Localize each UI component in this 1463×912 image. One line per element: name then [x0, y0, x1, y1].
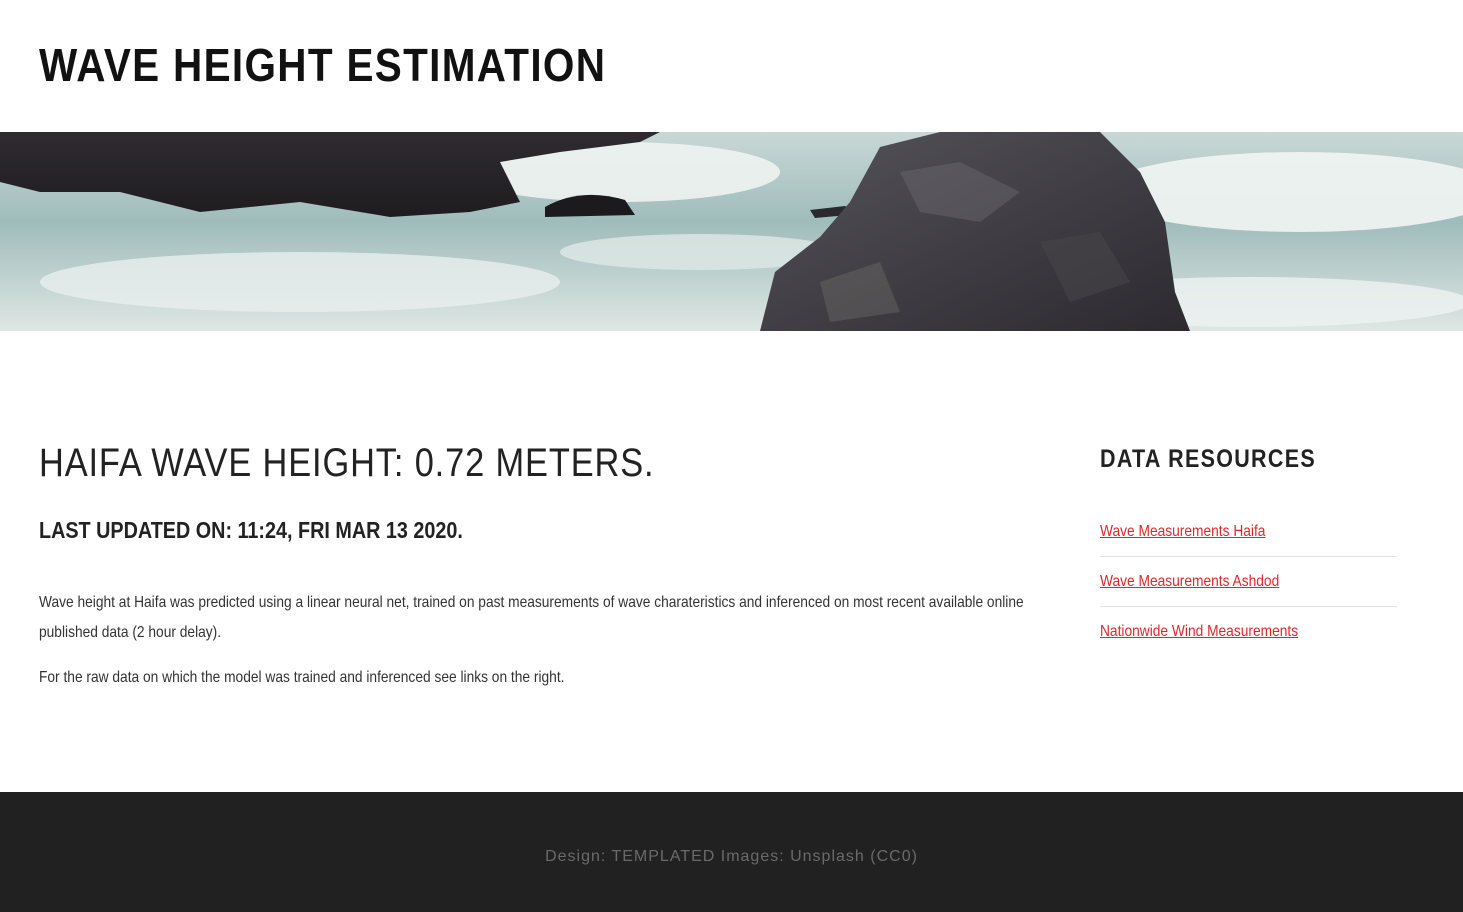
link-nationwide-wind-measurements[interactable]: Nationwide Wind Measurements [1100, 623, 1298, 641]
footer-credits: Design: TEMPLATED Images: Unsplash (CC0) [545, 848, 918, 865]
site-header: WAVE HEIGHT ESTIMATION [0, 0, 1463, 132]
raw-data-note: For the raw data on which the model was … [39, 669, 565, 686]
banner-image [0, 132, 1463, 331]
last-updated-label: LAST UPDATED ON: 11:24, FRI MAR 13 2020. [39, 517, 463, 543]
link-wave-measurements-haifa[interactable]: Wave Measurements Haifa [1100, 523, 1265, 541]
main-content: HAIFA WAVE HEIGHT: 0.72 METERS. LAST UPD… [0, 331, 1463, 792]
sidebar: DATA RESOURCES Wave Measurements Haifa W… [1100, 445, 1397, 657]
description-paragraph: Wave height at Haifa was predicted using… [39, 594, 1024, 641]
list-item: Nationwide Wind Measurements [1100, 607, 1397, 657]
site-title[interactable]: WAVE HEIGHT ESTIMATION [39, 38, 606, 92]
ocean-waves-rocks-image [0, 132, 1463, 331]
link-wave-measurements-ashdod[interactable]: Wave Measurements Ashdod [1100, 573, 1279, 591]
resource-list: Wave Measurements Haifa Wave Measurement… [1100, 507, 1397, 657]
site-footer: Design: TEMPLATED Images: Unsplash (CC0) [0, 792, 1463, 912]
list-item: Wave Measurements Haifa [1100, 507, 1397, 557]
sidebar-title: DATA RESOURCES [1100, 445, 1316, 473]
list-item: Wave Measurements Ashdod [1100, 557, 1397, 607]
wave-height-headline: HAIFA WAVE HEIGHT: 0.72 METERS. [39, 441, 655, 485]
